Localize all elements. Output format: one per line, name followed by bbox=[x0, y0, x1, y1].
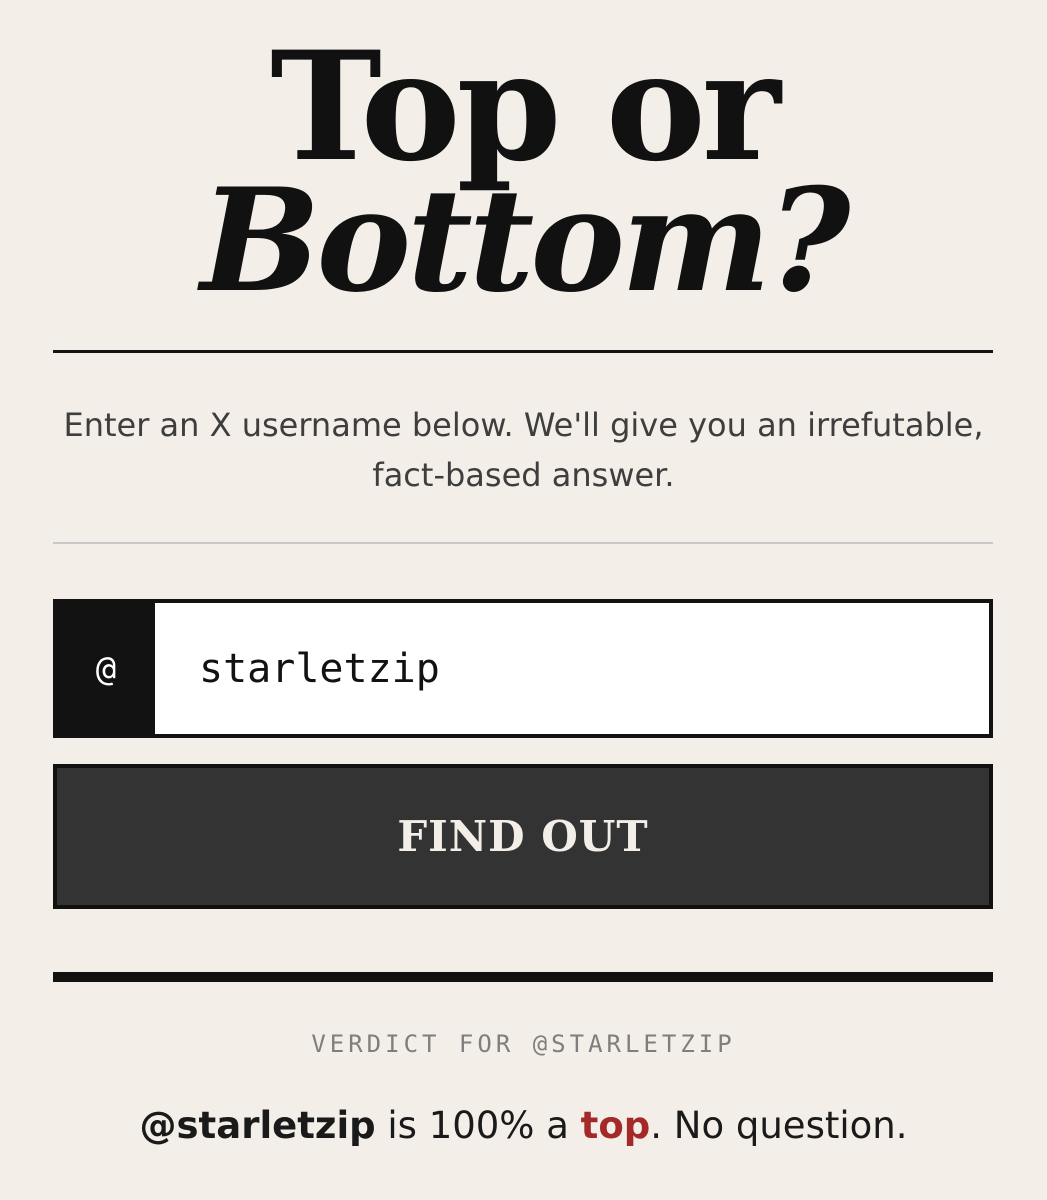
at-prefix: @ bbox=[57, 603, 155, 734]
header-divider bbox=[53, 350, 993, 353]
intro-line-2: fact-based answer. bbox=[372, 456, 675, 494]
find-out-button[interactable]: FIND OUT bbox=[53, 764, 993, 909]
verdict-text-before: is 100% a bbox=[375, 1104, 581, 1147]
results-divider bbox=[53, 972, 993, 982]
intro-line-1: Enter an X username below. We'll give yo… bbox=[63, 406, 984, 444]
verdict-text-after: . No question. bbox=[650, 1104, 908, 1147]
verdict-result: top bbox=[580, 1104, 651, 1147]
username-input[interactable] bbox=[155, 603, 989, 734]
verdict-sentence: @starletzip is 100% a top. No question. bbox=[0, 1104, 1047, 1147]
verdict-handle: @starletzip bbox=[139, 1104, 376, 1147]
username-field: @ bbox=[53, 599, 993, 738]
intro-text: Enter an X username below. We'll give yo… bbox=[60, 400, 987, 500]
intro-divider bbox=[53, 542, 993, 544]
verdict-label: VERDICT FOR @STARLETZIP bbox=[311, 1030, 736, 1058]
title-line-2: Bottom? bbox=[200, 158, 850, 324]
